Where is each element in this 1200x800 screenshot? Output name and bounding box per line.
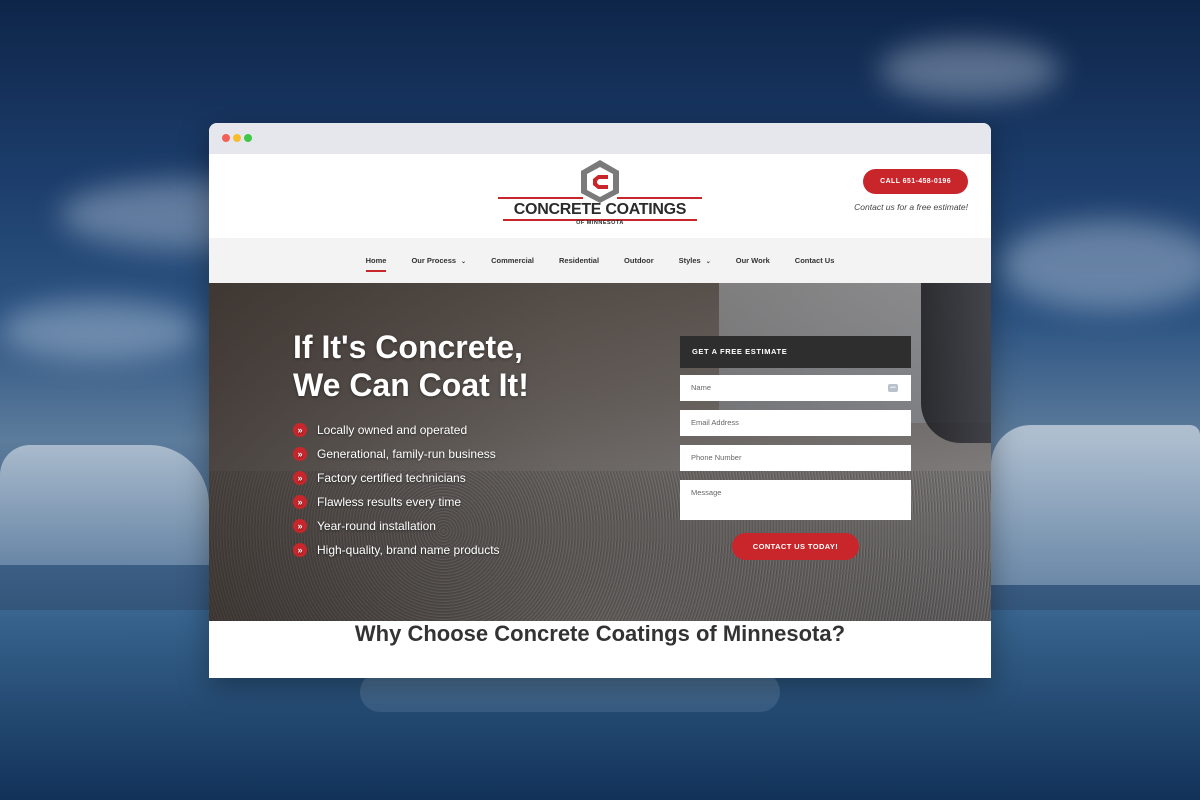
feature-item: » Year-round installation <box>293 514 500 538</box>
logo-name: CONCRETE COATINGS <box>513 201 687 218</box>
main-nav: Home Our Process ⌄ Commercial Residential… <box>209 238 991 283</box>
nav-item-label: Our Work <box>735 256 770 265</box>
site-logo[interactable]: CONCRETE COATINGS OF MINNESOTA <box>498 157 702 226</box>
chevron-down-icon: ⌄ <box>705 259 711 265</box>
feature-text: Generational, family-run business <box>317 447 496 461</box>
double-chevron-right-icon: » <box>293 447 307 461</box>
nav-item-our-work[interactable]: Our Work <box>736 256 770 265</box>
nav-item-label: Residential <box>559 256 600 265</box>
feature-item: » Flawless results every time <box>293 490 500 514</box>
autofill-icon[interactable]: ••• <box>888 384 898 392</box>
nav-item-our-process[interactable]: Our Process ⌄ <box>411 256 466 265</box>
double-chevron-right-icon: » <box>293 495 307 509</box>
nav-item-label: Home <box>365 256 387 265</box>
hero-headline-line-1: If It's Concrete, <box>293 329 523 365</box>
hero-headline: If It's Concrete, We Can Coat It! <box>293 328 529 404</box>
message-field[interactable]: Message <box>680 480 911 520</box>
feature-item: » Locally owned and operated <box>293 418 500 442</box>
message-field-placeholder: Message <box>691 488 722 497</box>
logo-subtitle: OF MINNESOTA <box>576 220 624 226</box>
nav-item-commercial[interactable]: Commercial <box>491 256 534 265</box>
feature-list: » Locally owned and operated » Generationa… <box>293 418 500 562</box>
feature-item: » High-quality, brand name products <box>293 538 500 562</box>
call-note: Contact us for a free estimate! <box>854 202 968 212</box>
feature-text: Locally owned and operated <box>317 423 468 437</box>
name-field-placeholder: Name <box>691 383 712 392</box>
maximize-window-button[interactable] <box>244 134 252 142</box>
feature-item: » Factory certified technicians <box>293 466 500 490</box>
window-titlebar <box>209 123 991 154</box>
section-title: Why Choose Concrete Coatings of Minnesot… <box>354 621 846 646</box>
nav-item-contact-us[interactable]: Contact Us <box>795 256 835 265</box>
nav-item-home[interactable]: Home <box>365 256 387 272</box>
feature-text: Flawless results every time <box>317 495 462 509</box>
hero-section: If It's Concrete, We Can Coat It! » Local… <box>209 283 991 621</box>
double-chevron-right-icon: » <box>293 543 307 557</box>
feature-item: » Generational, family-run business <box>293 442 500 466</box>
hero-headline-line-2: We Can Coat It! <box>293 367 529 403</box>
estimate-form: GET A FREE ESTIMATE Name ••• Email Addre… <box>680 336 911 560</box>
double-chevron-right-icon: » <box>293 423 307 437</box>
form-title: GET A FREE ESTIMATE <box>680 336 911 368</box>
feature-text: High-quality, brand name products <box>317 543 500 557</box>
feature-text: Year-round installation <box>317 519 436 533</box>
double-chevron-right-icon: » <box>293 471 307 485</box>
feature-text: Factory certified technicians <box>317 471 466 485</box>
name-field[interactable]: Name ••• <box>680 375 911 401</box>
nav-item-label: Contact Us <box>794 256 835 265</box>
contact-us-today-button[interactable]: CONTACT US TODAY! <box>732 533 859 560</box>
email-field[interactable]: Email Address <box>680 410 911 436</box>
browser-window: CONCRETE COATINGS OF MINNESOTA CALL 651-… <box>209 123 991 678</box>
nav-item-label: Styles <box>678 256 701 265</box>
nav-item-outdoor[interactable]: Outdoor <box>624 256 654 265</box>
close-window-button[interactable] <box>222 134 230 142</box>
nav-item-label: Commercial <box>491 256 535 265</box>
phone-field-placeholder: Phone Number <box>691 453 742 462</box>
nav-item-label: Our Process <box>411 256 457 265</box>
call-button[interactable]: CALL 651-458-0196 <box>863 169 968 194</box>
minimize-window-button[interactable] <box>233 134 241 142</box>
chevron-down-icon: ⌄ <box>461 259 467 265</box>
nav-item-styles[interactable]: Styles ⌄ <box>679 256 711 265</box>
double-chevron-right-icon: » <box>293 519 307 533</box>
site-header: CONCRETE COATINGS OF MINNESOTA CALL 651-… <box>209 154 991 238</box>
nav-item-residential[interactable]: Residential <box>559 256 599 265</box>
email-field-placeholder: Email Address <box>691 418 739 427</box>
phone-field[interactable]: Phone Number <box>680 445 911 471</box>
nav-item-label: Outdoor <box>624 256 654 265</box>
